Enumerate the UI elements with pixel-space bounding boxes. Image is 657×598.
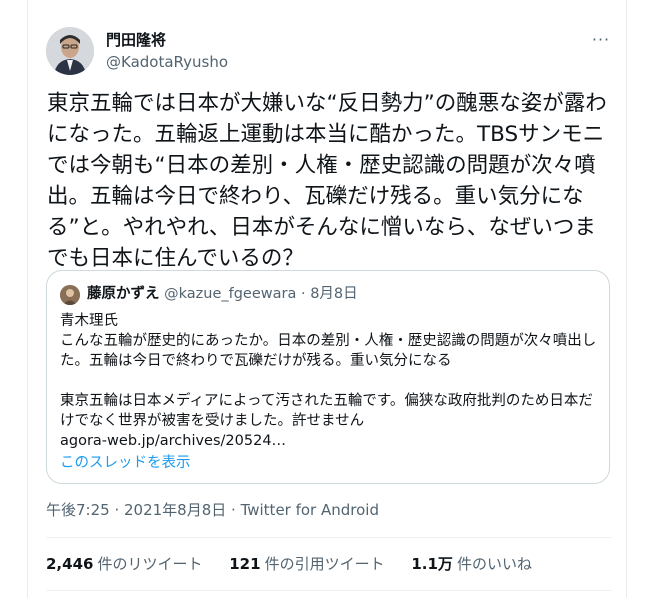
avatar-photo bbox=[46, 27, 94, 75]
retweets-count: 2,446 bbox=[46, 555, 94, 573]
retweets-label: 件のリツイート bbox=[97, 555, 203, 573]
quoted-date[interactable]: 8月8日 bbox=[310, 286, 357, 302]
quoted-avatar-photo bbox=[60, 285, 80, 305]
author-display-name[interactable]: 門田隆将 bbox=[106, 30, 166, 50]
likes-count: 1.1万 bbox=[411, 555, 453, 573]
likes-label: 件のいいね bbox=[456, 555, 532, 573]
author-handle[interactable]: @KadotaRyusho bbox=[106, 52, 228, 72]
quoted-handle[interactable]: @kazue_fgeewara bbox=[164, 286, 296, 302]
show-thread-link[interactable]: このスレッドを表示 bbox=[60, 453, 191, 473]
divider bbox=[46, 537, 612, 538]
quoted-tweet[interactable]: 藤原かずえ @kazue_fgeewara · 8月8日 青木理氏 こんな五輪が… bbox=[46, 270, 610, 484]
author-avatar[interactable] bbox=[46, 27, 94, 75]
quotes-label: 件の引用ツイート bbox=[264, 555, 385, 573]
engagement-stats: 2,446 件のリツイート 121 件の引用ツイート 1.1万 件のいいね bbox=[46, 554, 554, 574]
quoted-tweet-text: 青木理氏 こんな五輪が歴史的にあったか。日本の差別・人権・歴史認識の問題が次々噴… bbox=[60, 313, 597, 449]
meta-separator: · bbox=[226, 501, 241, 519]
quotes-count: 121 bbox=[229, 555, 261, 573]
quote-tweets-stat[interactable]: 121 件の引用ツイート bbox=[229, 554, 384, 574]
retweets-stat[interactable]: 2,446 件のリツイート bbox=[46, 554, 202, 574]
quoted-tweet-header: 藤原かずえ @kazue_fgeewara · 8月8日 bbox=[87, 284, 358, 304]
quoted-separator: · bbox=[296, 286, 311, 302]
more-options-button[interactable]: ··· bbox=[586, 28, 616, 50]
quoted-author-avatar[interactable] bbox=[60, 285, 80, 305]
quoted-display-name[interactable]: 藤原かずえ bbox=[87, 286, 160, 302]
tweet-meta: 午後7:25 · 2021年8月8日 · Twitter for Android bbox=[46, 500, 379, 520]
divider bbox=[46, 590, 612, 591]
tweet-timestamp[interactable]: 午後7:25 · 2021年8月8日 bbox=[46, 501, 226, 519]
tweet-text: 東京五輪では日本が大嫌いな“反日勢力”の醜悪な姿が露わになった。五輪返上運動は本… bbox=[47, 91, 607, 271]
likes-stat[interactable]: 1.1万 件のいいね bbox=[411, 554, 532, 574]
tweet-source[interactable]: Twitter for Android bbox=[241, 501, 379, 519]
